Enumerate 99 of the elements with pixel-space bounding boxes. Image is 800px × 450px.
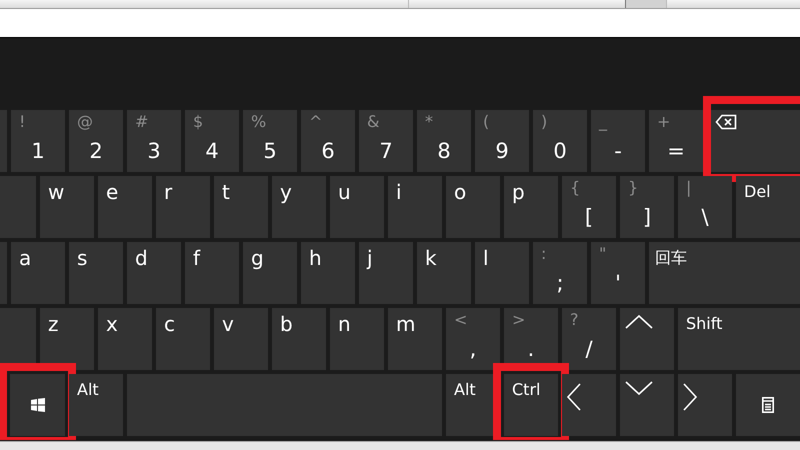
keyboard-key[interactable]: ( 9 <box>475 110 529 172</box>
keyboard-key[interactable]: } ] <box>620 176 674 238</box>
key-symbol: / <box>584 336 594 362</box>
keyboard-key[interactable]: c <box>156 308 210 370</box>
keyboard-key[interactable]: u <box>330 176 384 238</box>
menu-icon <box>762 397 774 413</box>
keyboard-key[interactable]: n <box>330 308 384 370</box>
keyboard-key[interactable]: < , <box>446 308 500 370</box>
chevron-down-icon <box>624 380 654 396</box>
keyboard-key[interactable]: t <box>214 176 268 238</box>
key-symbol: 1 <box>30 138 46 164</box>
keyboard-key[interactable]: & 7 <box>359 110 413 172</box>
key-symbol: 5 <box>262 138 278 164</box>
keyboard-key[interactable]: g <box>243 242 297 304</box>
shift-symbol: > <box>512 310 526 330</box>
keyboard-key[interactable]: y <box>272 176 326 238</box>
keyboard-key[interactable]: ? / <box>562 308 616 370</box>
key-symbol: - <box>613 138 623 164</box>
keyboard-key[interactable]: j <box>359 242 413 304</box>
key-symbol: 0 <box>552 138 568 164</box>
keyboard-key[interactable]: + = <box>649 110 703 172</box>
shift-symbol: ? <box>570 310 578 330</box>
keyboard-key[interactable]: f <box>185 242 239 304</box>
keyboard-key[interactable]: b <box>272 308 326 370</box>
shift-symbol: : <box>541 244 546 264</box>
keyboard-key[interactable]: ) 0 <box>533 110 587 172</box>
space-key[interactable] <box>127 374 442 436</box>
keyboard-key[interactable]: h <box>301 242 355 304</box>
shift-symbol: ( <box>483 112 490 132</box>
keyboard-key[interactable]: " ' <box>591 242 645 304</box>
keyboard-key[interactable]: * 8 <box>417 110 471 172</box>
keyboard-key[interactable]: l <box>475 242 529 304</box>
key-symbol: 9 <box>494 138 510 164</box>
keyboard-key[interactable] <box>10 374 65 436</box>
keyboard-key[interactable]: z <box>40 308 94 370</box>
shift-symbol: + <box>657 112 670 132</box>
key-symbol: \ <box>700 204 710 230</box>
shift-symbol: % <box>251 112 266 132</box>
shift-symbol: } <box>628 178 638 198</box>
keyboard-key[interactable]: d <box>127 242 181 304</box>
shift-symbol: " <box>599 244 606 264</box>
keyboard-key[interactable]: { [ <box>562 176 616 238</box>
chevron-up-icon <box>624 314 654 330</box>
keyboard-key[interactable]: Shift <box>678 308 800 370</box>
keyboard-key[interactable]: o <box>446 176 500 238</box>
keyboard-key[interactable] <box>736 374 800 436</box>
keyboard-key[interactable]: i <box>388 176 442 238</box>
keyboard-key[interactable]: @ 2 <box>69 110 123 172</box>
keyboard-key[interactable]: e <box>98 176 152 238</box>
key-symbol: 7 <box>378 138 394 164</box>
keyboard-key[interactable]: Ctrl <box>504 374 558 436</box>
keyboard-key[interactable]: v <box>214 308 268 370</box>
shift-symbol: @ <box>77 112 93 132</box>
keyboard-key[interactable]: p <box>504 176 558 238</box>
key-symbol: ] <box>642 204 652 230</box>
keyboard-key[interactable]: | \ <box>678 176 732 238</box>
shift-symbol: { <box>570 178 580 198</box>
shift-symbol: & <box>367 112 380 132</box>
key-symbol: = <box>666 138 686 164</box>
key-symbol: 3 <box>146 138 162 164</box>
shift-symbol: ! <box>19 112 26 132</box>
shift-symbol: ^ <box>309 112 322 132</box>
keyboard-key[interactable]: w <box>40 176 94 238</box>
keyboard-key[interactable]: m <box>388 308 442 370</box>
shift-symbol: | <box>686 178 692 198</box>
key-symbol: ' <box>614 270 622 296</box>
keyboard-key[interactable]: a <box>11 242 65 304</box>
key-symbol: [ <box>584 204 594 230</box>
keyboard-key[interactable]: Del <box>736 176 800 238</box>
windows-logo-icon <box>30 398 44 412</box>
keyboard-key[interactable]: % 5 <box>243 110 297 172</box>
shift-symbol: < <box>454 310 468 330</box>
keyboard-key[interactable]: k <box>417 242 471 304</box>
keyboard-key[interactable]: s <box>69 242 123 304</box>
keyboard-key[interactable]: # 3 <box>127 110 181 172</box>
key-symbol: . <box>526 336 536 362</box>
backspace-icon <box>715 114 737 130</box>
key-symbol: 8 <box>436 138 452 164</box>
keyboard-key[interactable]: x <box>98 308 152 370</box>
keyboard-key[interactable]: ! 1 <box>11 110 65 172</box>
keyboard-key[interactable]: $ 4 <box>185 110 239 172</box>
shift-symbol: _ <box>599 112 607 132</box>
key-symbol: ; <box>555 270 565 296</box>
key-symbol: 6 <box>320 138 336 164</box>
shift-symbol: $ <box>193 112 204 132</box>
keyboard-key[interactable]: 回车 <box>649 242 800 304</box>
shift-symbol: ) <box>541 112 548 132</box>
shift-symbol: # <box>135 112 148 132</box>
chevron-right-icon <box>682 382 698 412</box>
shift-symbol: * <box>425 112 433 132</box>
keyboard-key[interactable]: _ - <box>591 110 645 172</box>
keyboard-key[interactable]: : ; <box>533 242 587 304</box>
keyboard-key[interactable]: Alt <box>69 374 123 436</box>
keyboard-key[interactable]: r <box>156 176 210 238</box>
keyboard-key[interactable]: ^ 6 <box>301 110 355 172</box>
key-symbol: , <box>468 336 478 362</box>
key-symbol: 2 <box>88 138 104 164</box>
key-symbol: 4 <box>204 138 220 164</box>
chevron-left-icon <box>566 382 582 412</box>
